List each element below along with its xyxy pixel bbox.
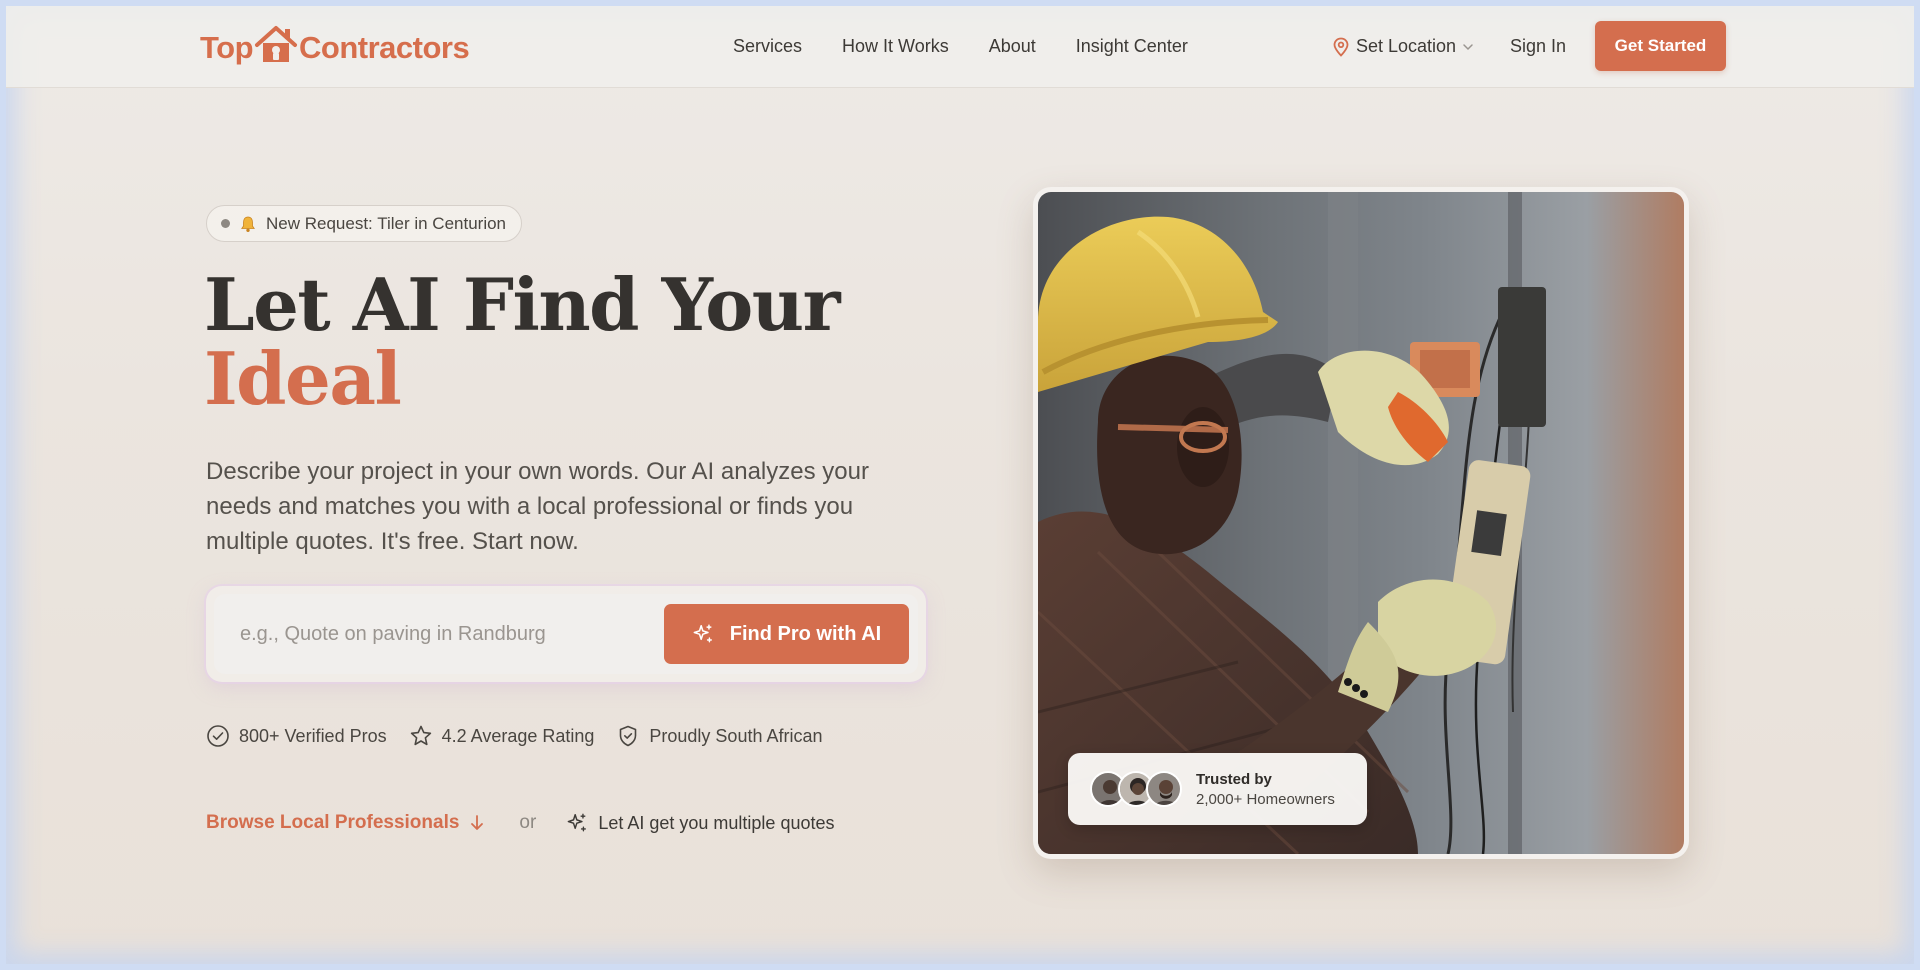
badge-south-african: Proudly South African: [616, 724, 823, 748]
search-inner: Find Pro with AI: [214, 594, 918, 674]
sparkles-icon: [693, 624, 712, 643]
ai-multiple-quotes-link[interactable]: Let AI get you multiple quotes: [566, 812, 834, 834]
logo-text-top: Top: [200, 30, 254, 65]
star-icon: [410, 725, 431, 746]
ai-multiple-quotes-label: Let AI get you multiple quotes: [598, 812, 835, 833]
badge-verified-pros: 800+ Verified Pros: [206, 724, 387, 748]
find-pro-button[interactable]: Find Pro with AI: [664, 604, 909, 664]
hero-description: Describe your project in your own words.…: [206, 458, 869, 555]
check-circle-icon: [207, 725, 229, 747]
set-location-dropdown[interactable]: Set Location: [1332, 36, 1474, 57]
new-request-pill: New Request: Tiler in Centurion: [206, 205, 523, 242]
bell-icon: [241, 216, 255, 232]
map-pin-icon: [1333, 37, 1349, 57]
browse-professionals-link[interactable]: Browse Local Professionals: [206, 812, 485, 834]
location-label: Set Location: [1356, 36, 1457, 56]
logo-text-contractors: Contractors: [299, 30, 470, 65]
main-nav: Services How It Works About Insight Cent…: [733, 36, 1188, 57]
trusted-by-card: Trusted by 2,000+ Homeowners: [1068, 753, 1367, 825]
top-navbar: Top Contractors Services How It Works Ab…: [6, 6, 1914, 88]
trust-badges: 800+ Verified Pros 4.2 Average Rating Pr…: [206, 724, 823, 748]
sign-in-link[interactable]: Sign In: [1510, 36, 1566, 57]
or-separator: or: [519, 812, 537, 833]
nav-services[interactable]: Services: [733, 36, 802, 57]
get-started-button[interactable]: Get Started: [1595, 21, 1726, 71]
trusted-title: Trusted by: [1196, 770, 1272, 788]
badge-verified-pros-label: 800+ Verified Pros: [239, 725, 387, 746]
trusted-subtitle: 2,000+ Homeowners: [1196, 790, 1335, 808]
avatar: [1146, 771, 1182, 807]
house-icon: [255, 26, 298, 62]
badge-average-rating: 4.2 Average Rating: [409, 724, 595, 748]
hero-title-line2: Ideal: [204, 336, 402, 421]
pill-text: New Request: Tiler in Centurion: [266, 213, 507, 233]
sparkles-icon: [567, 813, 587, 832]
status-dot: [221, 219, 230, 228]
ai-search-box: Find Pro with AI: [206, 586, 926, 682]
hero-title-line1: Let AI Find Your: [204, 262, 841, 347]
trusted-text: Trusted by 2,000+ Homeowners: [1196, 771, 1335, 808]
badge-south-african-label: Proudly South African: [649, 725, 823, 746]
arrow-down-icon: [471, 815, 484, 830]
nav-insight-center[interactable]: Insight Center: [1076, 36, 1188, 57]
avatar-group: [1090, 771, 1182, 807]
shield-check-icon: [620, 725, 637, 747]
hero-title: Let AI Find Your Ideal: [204, 268, 964, 416]
page-frame: Top Contractors Services How It Works Ab…: [0, 0, 1920, 970]
nav-how-it-works[interactable]: How It Works: [842, 36, 949, 57]
find-pro-label: Find Pro with AI: [729, 622, 882, 645]
chevron-down-icon: [1463, 43, 1473, 50]
nav-about[interactable]: About: [989, 36, 1036, 57]
badge-average-rating-label: 4.2 Average Rating: [441, 725, 595, 746]
logo[interactable]: Top Contractors: [200, 22, 470, 66]
browse-professionals-label: Browse Local Professionals: [206, 812, 460, 833]
browse-row: Browse Local Professionals or Let AI get…: [206, 812, 834, 834]
project-search-input[interactable]: [240, 622, 664, 646]
